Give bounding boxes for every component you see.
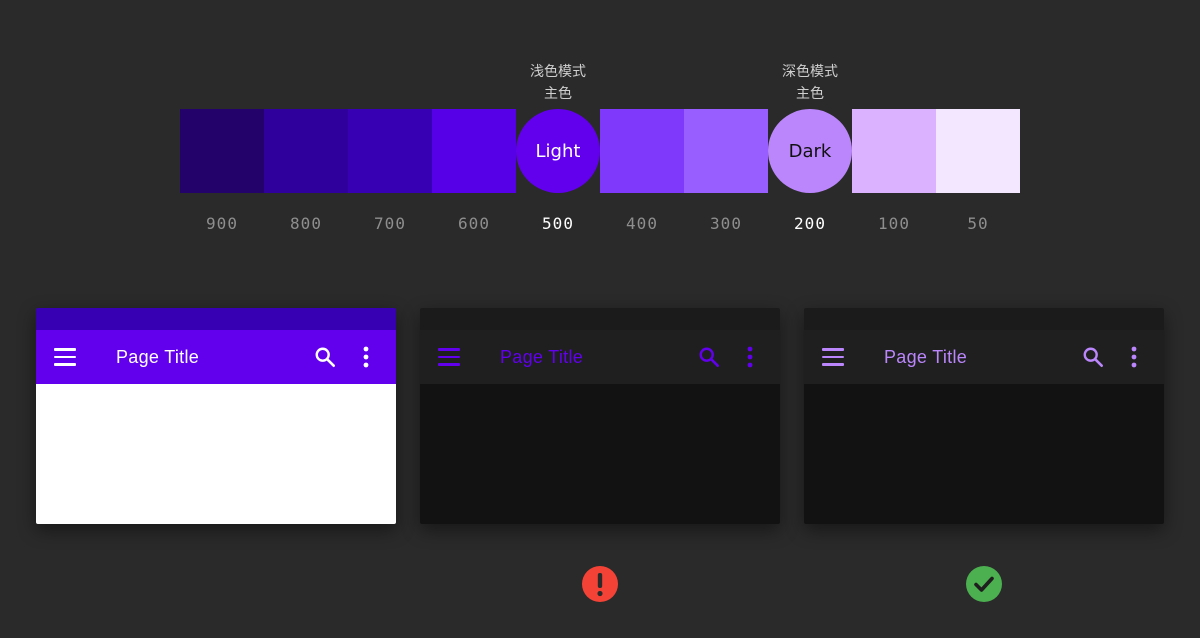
error-indicator xyxy=(582,566,618,602)
menu-icon[interactable] xyxy=(822,348,844,366)
card-content xyxy=(420,384,780,524)
light-caption-line2: 主色 xyxy=(544,86,572,102)
page-title: Page Title xyxy=(500,347,584,367)
swatch-800 xyxy=(264,109,348,193)
light-caption-line1: 浅色模式 xyxy=(530,64,586,80)
swatch-300 xyxy=(684,109,768,193)
more-vert-icon[interactable] xyxy=(1130,346,1138,368)
light-theme-card: Page Title xyxy=(36,308,396,524)
swatch-100 xyxy=(852,109,936,193)
shade-label-900: 900 xyxy=(206,214,238,233)
search-icon[interactable] xyxy=(698,346,720,368)
dark-theme-wrong-card: Page Title xyxy=(420,308,780,524)
dark-caption-line1: 深色模式 xyxy=(782,64,838,80)
swatch-700 xyxy=(348,109,432,193)
color-palette: Light Dark xyxy=(180,109,1020,193)
success-indicator xyxy=(966,566,1002,602)
shade-label-100: 100 xyxy=(878,214,910,233)
swatch-900 xyxy=(180,109,264,193)
shade-label-400: 400 xyxy=(626,214,658,233)
swatch-50 xyxy=(936,109,1020,193)
search-icon[interactable] xyxy=(1082,346,1104,368)
shade-label-500: 500 xyxy=(542,214,574,233)
status-bar xyxy=(36,308,396,330)
swatch-200: Dark xyxy=(768,109,852,193)
shade-label-700: 700 xyxy=(374,214,406,233)
swatch-500-label: Light xyxy=(535,140,581,162)
dark-theme-correct-card: Page Title xyxy=(804,308,1164,524)
shade-label-50: 50 xyxy=(967,214,989,233)
light-primary-caption: 浅色模式 主色 xyxy=(498,61,618,105)
menu-icon[interactable] xyxy=(54,348,76,366)
swatch-500: Light xyxy=(516,109,600,193)
error-exclamation-icon xyxy=(597,573,603,597)
check-icon xyxy=(974,576,994,592)
status-bar xyxy=(804,308,1164,330)
dark-primary-caption: 深色模式 主色 xyxy=(750,61,870,105)
app-bar: Page Title xyxy=(804,330,1164,384)
more-vert-icon[interactable] xyxy=(362,346,370,368)
dark-caption-line2: 主色 xyxy=(796,86,824,102)
card-content xyxy=(36,384,396,524)
page-title: Page Title xyxy=(116,347,200,367)
card-content xyxy=(804,384,1164,524)
status-bar xyxy=(420,308,780,330)
more-vert-icon[interactable] xyxy=(746,346,754,368)
swatch-400 xyxy=(600,109,684,193)
shade-label-600: 600 xyxy=(458,214,490,233)
swatch-200-label: Dark xyxy=(788,140,832,162)
page-title: Page Title xyxy=(884,347,968,367)
shade-label-800: 800 xyxy=(290,214,322,233)
shade-label-200: 200 xyxy=(794,214,826,233)
shade-label-300: 300 xyxy=(710,214,742,233)
app-bar: Page Title xyxy=(420,330,780,384)
swatch-600 xyxy=(432,109,516,193)
app-bar: Page Title xyxy=(36,330,396,384)
search-icon[interactable] xyxy=(314,346,336,368)
menu-icon[interactable] xyxy=(438,348,460,366)
